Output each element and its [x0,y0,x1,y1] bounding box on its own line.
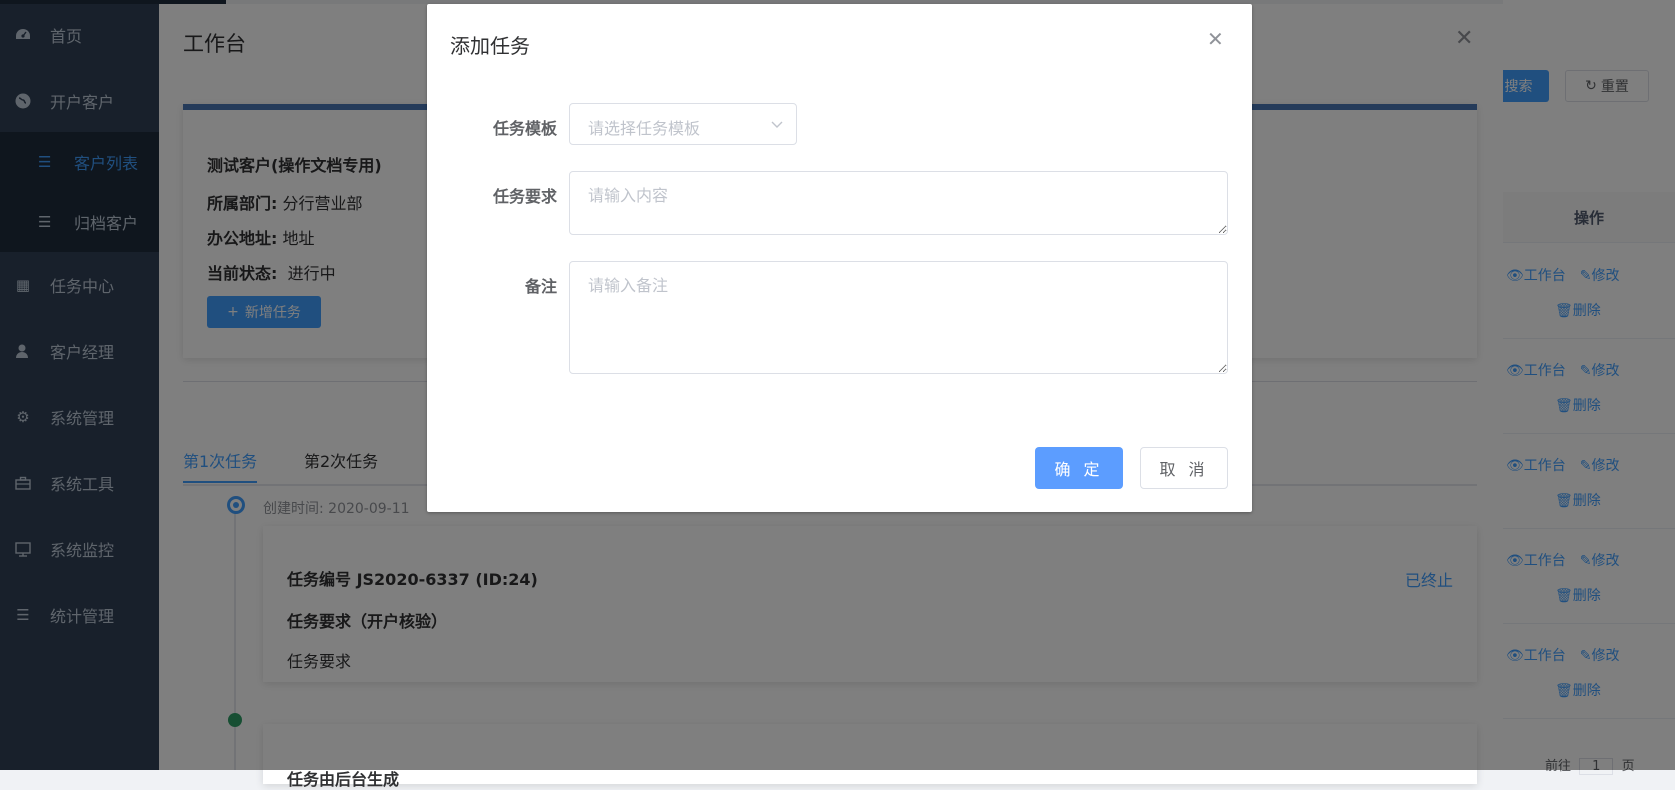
task-template-select[interactable]: 请选择任务模板 [569,103,797,145]
remark-textarea[interactable] [569,261,1228,374]
confirm-button[interactable]: 确 定 [1035,447,1123,489]
requirement-label: 任务要求 [492,187,557,206]
cancel-button[interactable]: 取 消 [1140,447,1228,489]
requirement-textarea[interactable] [569,171,1228,235]
chevron-down-icon [771,121,783,128]
template-label: 任务模板 [492,119,557,138]
dialog-title: 添加任务 [450,34,530,58]
select-placeholder: 请选择任务模板 [588,119,701,138]
add-task-dialog: 添加任务 ✕ 任务模板 请选择任务模板 任务要求 备注 确 定 取 消 [427,4,1252,512]
close-icon[interactable]: ✕ [1207,27,1224,51]
remark-label: 备注 [524,277,557,296]
